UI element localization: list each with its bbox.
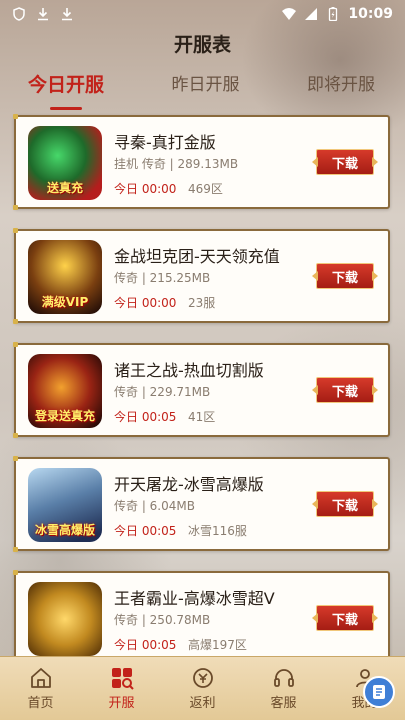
status-bar: 10:09 [0,0,405,28]
game-card[interactable]: 满级VIP 金战坦克团-天天领充值 传奇 | 215.25MB 今日 00:00… [13,228,390,324]
game-meta: 传奇 | 6.04MB [114,499,195,513]
shield-icon [13,7,25,21]
server-name: 41区 [188,410,216,424]
page-title: 开服表 [173,34,231,56]
wifi-icon [282,8,297,20]
signal-icon [305,8,318,20]
game-card[interactable]: 王者霸业-高爆冰雪超V 传奇 | 250.78MB 今日 00:05 高爆197… [13,570,390,666]
download-button[interactable]: 下载 [316,377,374,403]
game-name: 诸王之战-热血切割版 [114,361,264,380]
open-time: 今日 00:05 [114,524,177,538]
game-name: 开天屠龙-冰雪高爆版 [114,475,264,494]
server-list-icon [111,668,134,690]
game-icon[interactable]: 送真充 [28,126,102,200]
headset-icon [273,669,294,687]
game-name: 金战坦克团-天天领充值 [114,247,280,266]
tab-upcoming[interactable]: 即将开服 [307,70,375,104]
game-meta: 传奇 | 250.78MB [114,613,211,627]
server-name: 23服 [188,296,216,310]
game-meta: 挂机 传奇 | 289.13MB [114,157,239,171]
battery-icon [329,7,338,21]
game-icon-badge: 送真充 [46,181,83,195]
nav-support[interactable]: 客服 [254,666,314,711]
nav-server-list[interactable]: 开服 [92,666,152,711]
game-icon[interactable]: 满级VIP [28,240,102,314]
status-time: 10:09 [348,6,393,22]
open-time: 今日 00:00 [114,182,177,196]
download-button[interactable]: 下载 [316,491,374,517]
download-icon [38,8,48,21]
nav-label: 开服 [108,696,135,711]
server-name: 冰雪116服 [188,524,247,538]
download-icon [62,8,72,21]
rebate-icon [192,668,213,688]
game-card[interactable]: 冰雪高爆版 开天屠龙-冰雪高爆版 传奇 | 6.04MB 今日 00:05 冰雪… [13,456,390,552]
game-meta: 传奇 | 229.71MB [114,385,211,399]
server-name: 高爆197区 [188,638,247,652]
game-name: 王者霸业-高爆冰雪超V [114,589,275,608]
open-time: 今日 00:05 [114,638,177,652]
nav-home[interactable]: 首页 [11,666,71,711]
tab-today[interactable]: 今日开服 [28,70,104,110]
open-time: 今日 00:00 [114,296,177,310]
game-name: 寻秦-真打金版 [114,133,216,152]
download-button[interactable]: 下载 [316,149,374,175]
bottom-nav: 首页 开服 返利 客服 我的 [0,656,405,720]
download-button[interactable]: 下载 [316,263,374,289]
game-card[interactable]: 送真充 寻秦-真打金版 挂机 传奇 | 289.13MB 今日 00:00 46… [13,114,390,210]
nav-rebate[interactable]: 返利 [173,666,233,711]
open-time: 今日 00:05 [114,410,177,424]
tab-bar: 今日开服 昨日开服 即将开服 [0,70,405,110]
note-icon [373,685,385,699]
game-icon-badge: 登录送真充 [34,409,95,423]
nav-label: 客服 [270,696,297,711]
nav-label: 首页 [27,696,54,711]
nav-label: 返利 [189,696,216,711]
game-icon-badge: 满级VIP [41,295,89,309]
tab-yesterday[interactable]: 昨日开服 [172,70,240,104]
game-list: 送真充 寻秦-真打金版 挂机 传奇 | 289.13MB 今日 00:00 46… [13,114,390,685]
home-icon [30,668,51,688]
game-icon-badge: 冰雪高爆版 [34,523,95,537]
game-icon[interactable]: 冰雪高爆版 [28,468,102,542]
game-meta: 传奇 | 215.25MB [114,271,211,285]
download-button[interactable]: 下载 [316,605,374,631]
server-name: 469区 [188,182,223,196]
game-icon[interactable] [28,582,102,656]
game-card[interactable]: 登录送真充 诸王之战-热血切割版 传奇 | 229.71MB 今日 00:05 … [13,342,390,438]
floating-note-button[interactable] [363,676,395,708]
game-icon[interactable]: 登录送真充 [28,354,102,428]
